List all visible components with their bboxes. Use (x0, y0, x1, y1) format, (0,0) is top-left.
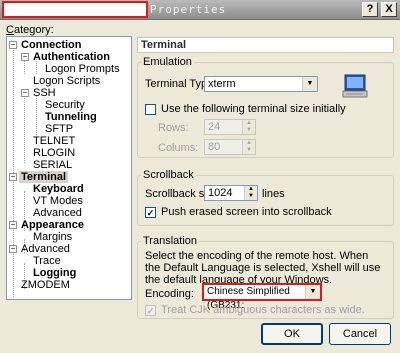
tree-item-sftp[interactable]: SFTP (45, 123, 73, 135)
expand-authentication-icon[interactable]: − (21, 53, 29, 61)
tree-item-trace[interactable]: Trace (33, 255, 61, 267)
title-redaction-box (2, 1, 148, 18)
expand-ssh-icon[interactable]: − (21, 89, 29, 97)
tree-item-terminal-advanced[interactable]: Advanced (33, 207, 82, 219)
use-size-label: Use the following terminal size initiall… (161, 103, 346, 115)
window-title: Properties (150, 3, 227, 16)
scrollback-spinner[interactable]: ▲ ▼ (244, 186, 257, 200)
scrollback-size-value: 1024 (208, 187, 233, 199)
push-scrollback-label: Push erased screen into scrollback (161, 206, 332, 218)
encoding-label: Encoding: (145, 288, 194, 300)
terminal-icon (341, 72, 371, 102)
tree-item-rlogin[interactable]: RLOGIN (33, 147, 75, 159)
rows-input[interactable]: 24 ▲ ▼ (204, 119, 256, 135)
tree-item-telnet[interactable]: TELNET (33, 135, 75, 147)
push-scrollback-checkbox[interactable]: ✓ (145, 207, 156, 218)
columns-label: Colums: (158, 142, 199, 154)
terminal-type-value: xterm (208, 78, 236, 90)
expand-terminal-icon[interactable]: − (9, 173, 17, 181)
panel-title: Terminal (137, 37, 394, 53)
lines-label: lines (262, 188, 285, 200)
tree-item-security[interactable]: Security (45, 99, 85, 111)
tree-item-ssh[interactable]: SSH (33, 87, 56, 99)
rows-value: 24 (208, 121, 221, 133)
translation-description: Select the encoding of the remote host. … (145, 250, 381, 286)
terminal-type-select[interactable]: xterm ▼ (204, 76, 318, 92)
tree-item-margins[interactable]: Margins (33, 231, 72, 243)
tree-item-logon-prompts[interactable]: Logon Prompts (45, 63, 120, 75)
columns-spinner[interactable]: ▲ ▼ (242, 140, 255, 154)
tree-item-zmodem[interactable]: ZMODEM (21, 279, 70, 291)
columns-value: 80 (208, 141, 221, 153)
expand-advanced-icon[interactable]: − (9, 245, 17, 253)
expand-connection-icon[interactable]: − (9, 41, 17, 49)
tree-item-logon-scripts[interactable]: Logon Scripts (33, 75, 100, 87)
scrollback-group (137, 175, 394, 226)
use-size-checkbox[interactable] (145, 104, 156, 115)
scrollback-group-title: Scrollback (141, 169, 196, 181)
emulation-group-title: Emulation (141, 56, 194, 68)
expand-appearance-icon[interactable]: − (9, 221, 17, 229)
help-button[interactable]: ? (362, 2, 378, 17)
treat-cjk-label: Treat CJK ambiguous characters as wide. (161, 304, 365, 316)
chevron-down-icon[interactable]: ▼ (302, 77, 317, 91)
tree-item-terminal[interactable]: Terminal (19, 171, 69, 183)
tree-item-logging[interactable]: Logging (33, 267, 76, 279)
tree-item-serial[interactable]: SERIAL (33, 159, 72, 171)
cancel-button[interactable]: Cancel (329, 323, 391, 345)
treat-cjk-checkbox[interactable]: ✓ (145, 305, 156, 316)
close-button[interactable]: X (381, 2, 397, 17)
category-label: Category: (6, 24, 54, 36)
tree-item-connection[interactable]: Connection (21, 39, 82, 51)
tree-item-appearance[interactable]: Appearance (21, 219, 84, 231)
ok-button[interactable]: OK (261, 323, 323, 345)
rows-label: Rows: (158, 122, 189, 134)
tree-item-authentication[interactable]: Authentication (33, 51, 110, 63)
translation-group-title: Translation (141, 235, 200, 247)
tree-item-tunneling[interactable]: Tunneling (45, 111, 97, 123)
encoding-select[interactable]: Chinese Simplified (GB231: ▼ (202, 283, 322, 311)
columns-input[interactable]: 80 ▲ ▼ (204, 139, 256, 155)
category-tree[interactable]: − − − − − − Connection Authentication Lo… (6, 36, 132, 300)
rows-spinner[interactable]: ▲ ▼ (242, 120, 255, 134)
chevron-down-icon[interactable]: ▼ (305, 285, 320, 299)
tree-item-vt-modes[interactable]: VT Modes (33, 195, 83, 207)
scrollback-size-input[interactable]: 1024 ▲ ▼ (204, 185, 258, 201)
tree-item-keyboard[interactable]: Keyboard (33, 183, 84, 195)
tree-item-advanced[interactable]: Advanced (21, 243, 70, 255)
